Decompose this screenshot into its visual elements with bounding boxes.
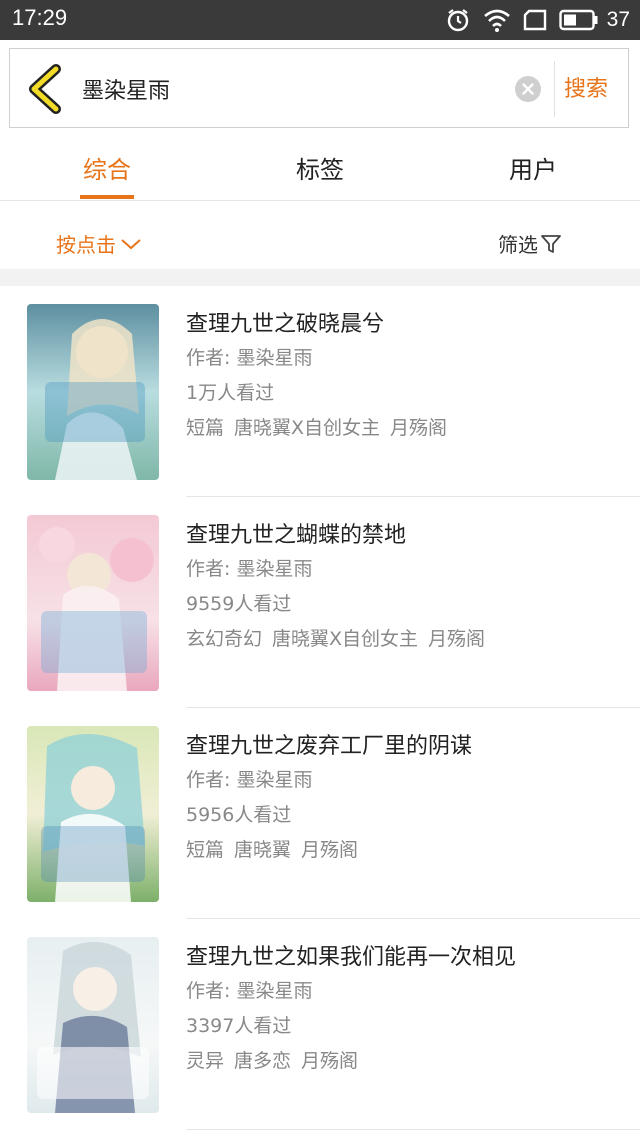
view-count: 3397人看过 <box>186 1015 292 1037</box>
book-author: 作者: 墨染星雨 <box>186 769 313 791</box>
tag: 月殇阁 <box>301 1050 359 1072</box>
view-count: 5956人看过 <box>186 804 292 826</box>
sim-card-icon <box>523 9 547 31</box>
book-author: 作者: 墨染星雨 <box>186 347 313 369</box>
tag-list: 短篇 唐晓翼 月殇阁 <box>186 835 358 862</box>
tag-list: 短篇 唐晓翼X自创女主 月殇阁 <box>186 413 447 440</box>
tag: 唐晓翼 <box>234 839 292 861</box>
filter-bar: 按点击 筛选 <box>0 201 640 269</box>
tab-bar: 综合 标签 用户 <box>0 134 640 201</box>
alarm-icon <box>445 7 471 33</box>
tag-list: 玄幻奇幻 唐晓翼X自创女主 月殇阁 <box>186 624 485 651</box>
book-cover <box>27 515 159 691</box>
chevron-down-icon <box>121 238 141 249</box>
search-input[interactable] <box>82 67 502 111</box>
result-item[interactable]: 查理九世之破晓晨兮 作者: 墨染星雨 1万人看过 短篇 唐晓翼X自创女主 月殇阁 <box>0 286 640 497</box>
book-cover <box>27 937 159 1113</box>
tag: 唐多恋 <box>234 1050 292 1072</box>
result-item[interactable]: 查理九世之废弃工厂里的阴谋 作者: 墨染星雨 5956人看过 短篇 唐晓翼 月殇… <box>0 708 640 919</box>
clear-search-button[interactable] <box>515 76 541 102</box>
tag: 短篇 <box>186 417 225 439</box>
filter-button[interactable]: 筛选 <box>498 229 562 258</box>
back-button[interactable] <box>20 63 70 115</box>
active-tab-indicator <box>80 195 134 199</box>
tag: 月殇阁 <box>428 628 486 650</box>
status-bar: 17:29 37 <box>0 0 640 40</box>
result-item[interactable]: 查理九世之如果我们能再一次相见 作者: 墨染星雨 3397人看过 灵异 唐多恋 … <box>0 919 640 1130</box>
funnel-icon <box>541 234 561 253</box>
book-title: 查理九世之如果我们能再一次相见 <box>186 945 517 970</box>
filter-label: 筛选 <box>498 233 538 257</box>
book-title: 查理九世之蝴蝶的禁地 <box>186 523 407 548</box>
wifi-icon <box>483 8 511 32</box>
book-title: 查理九世之废弃工厂里的阴谋 <box>186 734 473 759</box>
tag: 短篇 <box>186 839 225 861</box>
battery-icon <box>558 9 599 31</box>
tag-list: 灵异 唐多恋 月殇阁 <box>186 1046 358 1073</box>
section-gap <box>0 269 640 286</box>
search-button[interactable]: 搜索 <box>564 71 608 103</box>
close-icon <box>522 83 534 95</box>
tag: 月殇阁 <box>301 839 359 861</box>
sort-label: 按点击 <box>56 233 116 257</box>
tag: 唐晓翼X自创女主 <box>234 417 381 439</box>
book-cover <box>27 726 159 902</box>
search-bar: 搜索 <box>9 48 629 128</box>
battery-percent: 37 <box>606 8 630 31</box>
tab-users[interactable]: 用户 <box>473 150 593 185</box>
tab-tags[interactable]: 标签 <box>260 150 380 185</box>
tag: 灵异 <box>186 1050 225 1072</box>
tag: 唐晓翼X自创女主 <box>272 628 419 650</box>
view-count: 1万人看过 <box>186 382 275 404</box>
book-author: 作者: 墨染星雨 <box>186 980 313 1002</box>
book-author: 作者: 墨染星雨 <box>186 558 313 580</box>
tag: 玄幻奇幻 <box>186 628 263 650</box>
sort-dropdown[interactable]: 按点击 <box>56 229 142 258</box>
tag: 月殇阁 <box>390 417 448 439</box>
book-cover <box>27 304 159 480</box>
view-count: 9559人看过 <box>186 593 292 615</box>
divider <box>554 61 555 117</box>
status-icons: 37 <box>445 6 630 34</box>
row-divider <box>186 1129 640 1130</box>
back-arrow-icon <box>29 64 61 114</box>
tab-comprehensive[interactable]: 综合 <box>47 150 167 185</box>
book-title: 查理九世之破晓晨兮 <box>186 312 385 337</box>
status-time: 17:29 <box>12 5 68 30</box>
result-item[interactable]: 查理九世之蝴蝶的禁地 作者: 墨染星雨 9559人看过 玄幻奇幻 唐晓翼X自创女… <box>0 497 640 708</box>
